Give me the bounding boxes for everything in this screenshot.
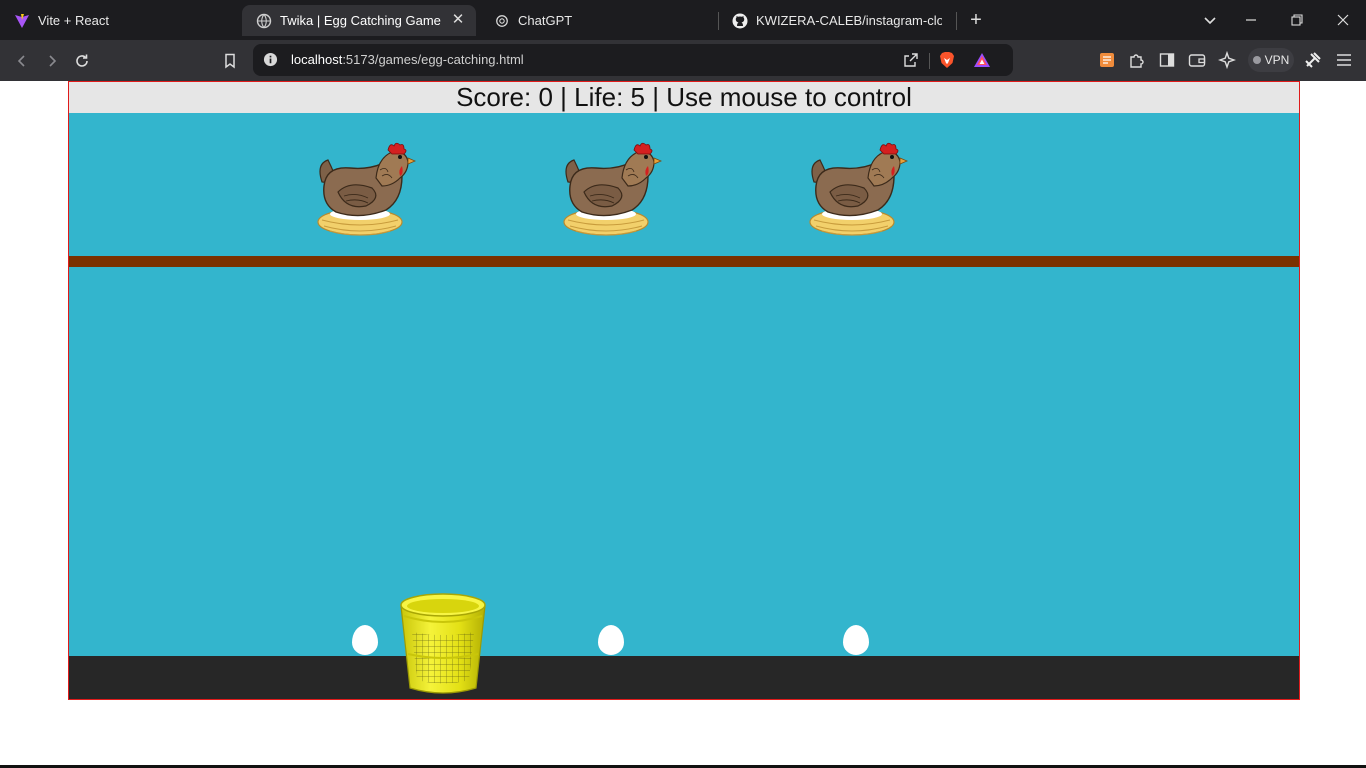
wallet-icon[interactable] xyxy=(1187,50,1207,70)
url-host: localhost xyxy=(291,52,343,67)
new-tab-button[interactable]: + xyxy=(966,10,986,30)
game-ground xyxy=(69,656,1299,699)
share-icon[interactable] xyxy=(903,52,919,73)
tab-title: ChatGPT xyxy=(518,13,573,28)
hen-1 xyxy=(317,142,416,236)
tab-search-chevron-icon[interactable] xyxy=(1200,10,1220,30)
vite-icon xyxy=(14,13,30,29)
tab-vite-react[interactable]: Vite + React xyxy=(0,5,236,36)
vpn-label: VPN xyxy=(1264,53,1290,67)
bookmark-icon[interactable] xyxy=(219,50,241,72)
hen-2 xyxy=(563,142,662,236)
restore-icon[interactable] xyxy=(1287,10,1307,30)
menu-icon[interactable] xyxy=(1334,50,1354,70)
tab-github[interactable]: KWIZERA-CALEB/instagram-clone: T xyxy=(718,5,954,36)
tab-title: KWIZERA-CALEB/instagram-clone: T xyxy=(756,13,942,28)
close-tab-icon[interactable]: ✕ xyxy=(450,12,466,28)
life-label: Life: xyxy=(574,82,624,112)
close-window-icon[interactable] xyxy=(1333,10,1353,30)
egg-1 xyxy=(352,625,378,655)
tab-egg-catching-game[interactable]: Twika | Egg Catching Game ✕ xyxy=(242,5,476,36)
tab-divider xyxy=(956,12,957,30)
separator: | xyxy=(560,82,567,112)
extensions-puzzle-icon[interactable] xyxy=(1127,50,1147,70)
separator: | xyxy=(652,82,660,112)
score-label: Score: xyxy=(456,82,532,112)
life-value: 5 xyxy=(630,82,646,112)
tab-title: Vite + React xyxy=(38,13,109,28)
extension-tools-icon[interactable] xyxy=(1303,50,1323,70)
hen-3 xyxy=(809,142,908,236)
control-hint: Use mouse to control xyxy=(666,82,912,112)
url-path: :5173/games/egg-catching.html xyxy=(342,52,524,67)
hen-ledge xyxy=(69,256,1299,267)
browser-toolbar: localhost:5173/games/egg-catching.html V… xyxy=(0,40,1366,81)
extension-reader-icon[interactable] xyxy=(1097,50,1117,70)
site-info-icon[interactable] xyxy=(263,52,278,72)
back-icon[interactable] xyxy=(11,50,33,72)
vpn-status-icon xyxy=(1252,56,1261,64)
egg-2 xyxy=(598,625,624,655)
tab-strip: Vite + React Twika | Egg Catching Game ✕… xyxy=(0,0,1366,40)
forward-icon[interactable] xyxy=(41,50,63,72)
egg-3 xyxy=(843,625,869,655)
omnibox-divider xyxy=(929,53,930,69)
address-bar[interactable]: localhost:5173/games/egg-catching.html xyxy=(253,44,1013,76)
game-sky xyxy=(69,113,1299,656)
chatgpt-icon xyxy=(494,13,510,29)
brave-rewards-icon[interactable] xyxy=(973,52,991,73)
tab-title: Twika | Egg Catching Game xyxy=(280,13,441,28)
sidebar-icon[interactable] xyxy=(1157,50,1177,70)
tab-chatgpt[interactable]: ChatGPT xyxy=(480,5,714,36)
brave-shields-icon[interactable] xyxy=(939,51,955,74)
score-value: 0 xyxy=(538,82,553,112)
url-text: localhost:5173/games/egg-catching.html xyxy=(291,52,524,67)
vpn-button[interactable]: VPN xyxy=(1248,48,1294,72)
score-bar: Score: 0 | Life: 5 | Use mouse to contro… xyxy=(69,82,1299,113)
github-icon xyxy=(732,13,748,29)
game-canvas[interactable]: Score: 0 | Life: 5 | Use mouse to contro… xyxy=(68,81,1300,700)
globe-icon xyxy=(256,13,272,29)
basket-icon[interactable] xyxy=(398,592,488,696)
leo-ai-icon[interactable] xyxy=(1217,50,1237,70)
minimize-icon[interactable] xyxy=(1241,10,1261,30)
reload-icon[interactable] xyxy=(71,50,93,72)
